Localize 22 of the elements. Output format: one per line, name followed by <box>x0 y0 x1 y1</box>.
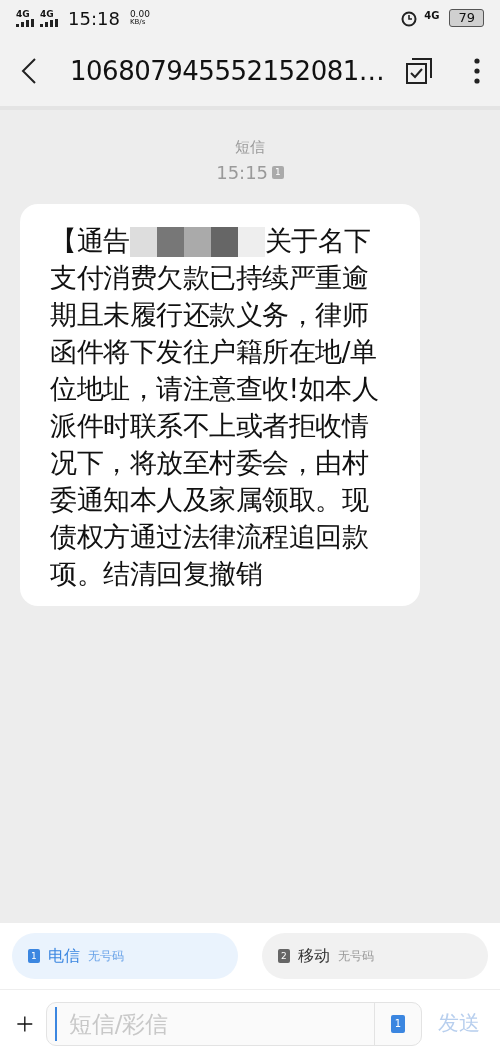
phone-number: 无号码 <box>87 948 124 965</box>
sim-number-badge: 2 <box>278 949 290 963</box>
message-time: 15:15 <box>216 160 269 185</box>
contact-title: 106807945552152081… <box>70 54 385 88</box>
carrier-name: 电信 <box>47 945 80 967</box>
phone-number: 无号码 <box>337 948 374 965</box>
back-icon[interactable] <box>20 57 38 85</box>
carrier-name: 移动 <box>297 945 330 967</box>
message-text: 【通告 关于名下支付消费欠款已持续严重逾期且未履行还款义务，律师函件将下发往户籍所在地/单位地址，请注意查收!如本人派件时联系不上或者拒收情况下，将放至村委会，由村委通知本人及家属领取。现债权方通过法律流程追回款项。结清回复撤销 <box>50 224 379 589</box>
multi-select-icon[interactable] <box>404 56 434 86</box>
sim-tab[interactable]: 2 移动 无号码 <box>262 933 488 979</box>
network-label: 4G <box>424 9 440 23</box>
message-type: 短信 <box>235 137 265 158</box>
more-icon[interactable] <box>474 58 480 84</box>
sim-tab[interactable]: 1 电信 无号码 <box>12 933 238 979</box>
speed-value: 0.00 <box>129 10 150 19</box>
sim-select[interactable]: 1 <box>390 1015 405 1033</box>
sim-number-badge: 1 <box>28 949 40 963</box>
alarm-icon <box>400 9 419 27</box>
battery: 79 <box>449 9 484 27</box>
clock: 15:18 <box>68 6 120 31</box>
sim-badge: 1 <box>272 165 284 179</box>
